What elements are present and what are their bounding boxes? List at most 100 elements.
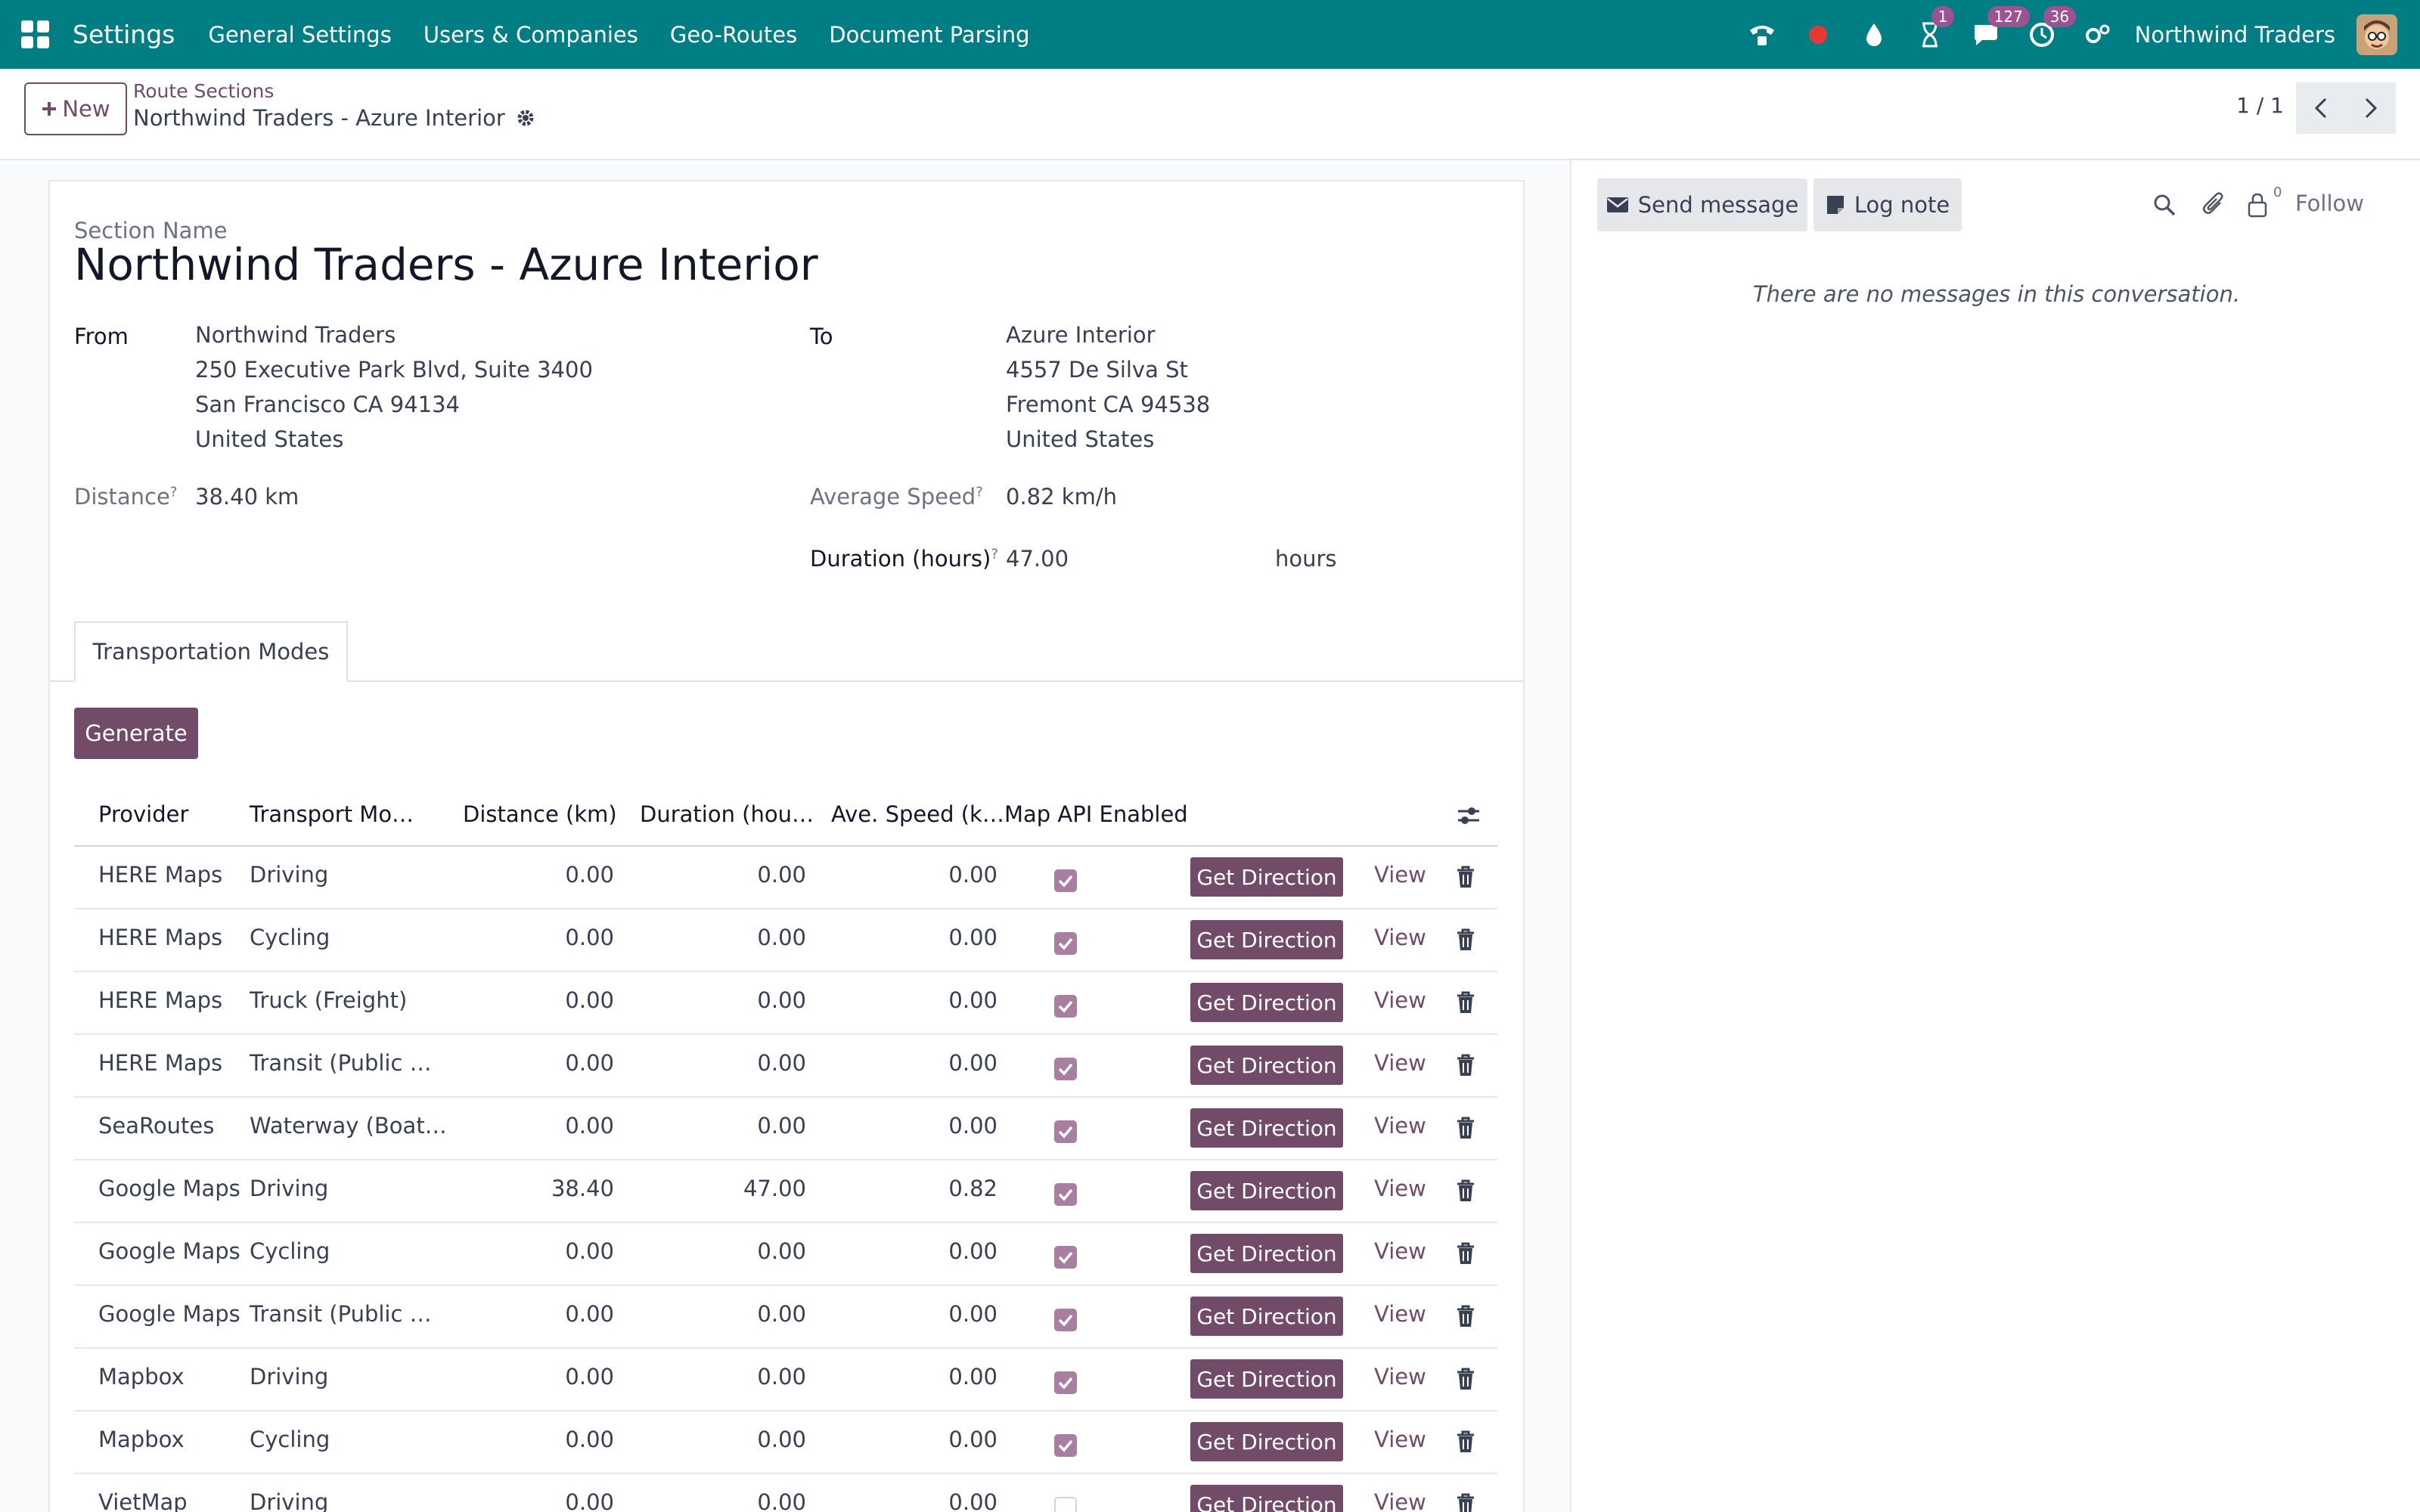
pager-next-button[interactable] [2346, 82, 2396, 134]
get-direction-button[interactable]: Get Direction [1190, 1171, 1343, 1210]
trash-icon[interactable] [1455, 1116, 1476, 1140]
user-avatar[interactable] [2356, 14, 2397, 55]
table-row[interactable]: Google Maps Cycling 0.00 0.00 0.00 Get Direct… [74, 1223, 1497, 1286]
activities-hourglass-icon[interactable]: 1 [1913, 5, 1955, 51]
column-transport-mode[interactable]: Transport Mo… [250, 801, 414, 827]
view-link[interactable]: View [1374, 1113, 1426, 1139]
get-direction-button[interactable]: Get Direction [1190, 1046, 1343, 1085]
trash-icon[interactable] [1455, 865, 1476, 889]
map-api-enabled-checkbox[interactable] [1054, 932, 1077, 955]
get-direction-button[interactable]: Get Direction [1190, 1359, 1343, 1399]
duration-help-mark[interactable]: ? [991, 546, 998, 562]
map-api-enabled-checkbox[interactable] [1054, 1497, 1077, 1512]
pager-previous-button[interactable] [2296, 82, 2346, 134]
menu-document-parsing[interactable]: Document Parsing [829, 22, 1029, 48]
map-api-enabled-checkbox[interactable] [1054, 1183, 1077, 1206]
company-settings-gears-icon[interactable] [2081, 18, 2114, 51]
view-link[interactable]: View [1374, 1238, 1426, 1264]
table-row[interactable]: SeaRoutes Waterway (Boat… 0.00 0.00 0.00 Get … [74, 1098, 1497, 1160]
get-direction-button[interactable]: Get Direction [1190, 857, 1343, 897]
column-map-api-enabled[interactable]: Map API Enabled [1004, 801, 1188, 827]
view-link[interactable]: View [1374, 1427, 1426, 1452]
to-address[interactable]: Azure Interior 4557 De Silva St Fremont … [1006, 318, 1210, 457]
column-duration[interactable]: Duration (hou… [640, 801, 814, 827]
followers-lock-icon[interactable] [2243, 191, 2272, 219]
map-api-enabled-checkbox[interactable] [1054, 869, 1077, 892]
optional-columns-sliders-icon[interactable] [1457, 804, 1481, 830]
column-average-speed[interactable]: Ave. Speed (k… [831, 801, 1004, 827]
from-address[interactable]: Northwind Traders 250 Executive Park Blv… [195, 318, 593, 457]
trash-icon[interactable] [1455, 990, 1476, 1015]
trash-icon[interactable] [1455, 1304, 1476, 1328]
get-direction-button[interactable]: Get Direction [1190, 1108, 1343, 1148]
view-link[interactable]: View [1374, 1050, 1426, 1076]
apps-menu-icon[interactable] [20, 20, 50, 50]
view-link[interactable]: View [1374, 1176, 1426, 1201]
table-row[interactable]: HERE Maps Driving 0.00 0.00 0.00 Get Directio… [74, 847, 1497, 909]
table-row[interactable]: HERE Maps Cycling 0.00 0.00 0.00 Get Directio… [74, 909, 1497, 972]
table-row[interactable]: HERE Maps Truck (Freight) 0.00 0.00 0.00 Get … [74, 972, 1497, 1035]
new-record-button[interactable]: New [24, 82, 127, 135]
trash-icon[interactable] [1455, 1430, 1476, 1454]
log-note-button[interactable]: Log note [1813, 178, 1962, 231]
view-link[interactable]: View [1374, 1489, 1426, 1512]
cell-duration: 0.00 [757, 1050, 806, 1076]
average-speed-help-mark[interactable]: ? [976, 484, 983, 500]
phone-icon[interactable] [1745, 18, 1779, 51]
get-direction-button[interactable]: Get Direction [1190, 1234, 1343, 1273]
menu-users-companies[interactable]: Users & Companies [424, 22, 638, 48]
view-link[interactable]: View [1374, 987, 1426, 1013]
send-message-button[interactable]: Send message [1597, 178, 1807, 231]
tab-transportation-modes[interactable]: Transportation Modes [74, 621, 348, 682]
trash-icon[interactable] [1455, 928, 1476, 952]
map-api-enabled-checkbox[interactable] [1054, 1309, 1077, 1331]
timer-clock-icon[interactable]: 36 [2025, 5, 2077, 51]
app-brand[interactable]: Settings [73, 20, 175, 49]
map-api-enabled-checkbox[interactable] [1054, 1371, 1077, 1394]
distance-help-mark[interactable]: ? [170, 484, 178, 500]
view-link[interactable]: View [1374, 1364, 1426, 1390]
get-direction-button[interactable]: Get Direction [1190, 920, 1343, 959]
breadcrumb-route-sections[interactable]: Route Sections [133, 80, 274, 102]
trash-icon[interactable] [1455, 1241, 1476, 1266]
map-api-enabled-checkbox[interactable] [1054, 1434, 1077, 1457]
menu-general-settings[interactable]: General Settings [208, 22, 391, 48]
column-distance[interactable]: Distance (km) [463, 801, 617, 827]
table-row[interactable]: Mapbox Driving 0.00 0.00 0.00 Get Direction Vi… [74, 1349, 1497, 1411]
table-row[interactable]: Google Maps Transit (Public … 0.00 0.00 0.00… [74, 1286, 1497, 1349]
table-row[interactable]: Mapbox Cycling 0.00 0.00 0.00 Get Direction Vi… [74, 1411, 1497, 1474]
menu-geo-routes[interactable]: Geo-Routes [670, 22, 797, 48]
trash-icon[interactable] [1455, 1367, 1476, 1391]
section-name-field[interactable]: Northwind Traders - Azure Interior [74, 239, 818, 290]
view-link[interactable]: View [1374, 862, 1426, 888]
get-direction-button[interactable]: Get Direction [1190, 1297, 1343, 1336]
get-direction-button[interactable]: Get Direction [1190, 1485, 1343, 1512]
map-api-enabled-checkbox[interactable] [1054, 1120, 1077, 1143]
search-icon[interactable] [2150, 191, 2179, 219]
gear-icon[interactable] [516, 108, 535, 128]
table-row[interactable]: HERE Maps Transit (Public … 0.00 0.00 0.00 Ge… [74, 1035, 1497, 1098]
table-row[interactable]: Google Maps Driving 38.40 47.00 0.82 Get Dire… [74, 1160, 1497, 1223]
get-direction-button[interactable]: Get Direction [1190, 1422, 1343, 1461]
table-row[interactable]: VietMap Driving 0.00 0.00 0.00 Get Direction V… [74, 1474, 1497, 1512]
view-link[interactable]: View [1374, 925, 1426, 950]
recording-dot-icon[interactable] [1801, 18, 1835, 51]
trash-icon[interactable] [1455, 1179, 1476, 1203]
trash-icon[interactable] [1455, 1053, 1476, 1077]
trash-icon[interactable] [1455, 1492, 1476, 1512]
column-provider[interactable]: Provider [98, 801, 188, 827]
follow-button[interactable]: Follow [2295, 191, 2364, 216]
company-switcher[interactable]: Northwind Traders [2135, 22, 2335, 48]
duration-field[interactable]: 47.00 [1006, 546, 1069, 572]
paperclip-icon[interactable] [2199, 191, 2228, 219]
cell-transport-mode: Waterway (Boat… [250, 1113, 447, 1139]
get-direction-button[interactable]: Get Direction [1190, 983, 1343, 1022]
pager-value[interactable]: 1 / 1 [2236, 93, 2284, 118]
view-link[interactable]: View [1374, 1301, 1426, 1327]
messages-chat-icon[interactable]: 127 [1969, 5, 2030, 51]
map-api-enabled-checkbox[interactable] [1054, 1058, 1077, 1080]
map-api-enabled-checkbox[interactable] [1054, 995, 1077, 1018]
droplet-icon[interactable] [1857, 18, 1891, 51]
map-api-enabled-checkbox[interactable] [1054, 1246, 1077, 1269]
generate-button[interactable]: Generate [74, 708, 198, 759]
